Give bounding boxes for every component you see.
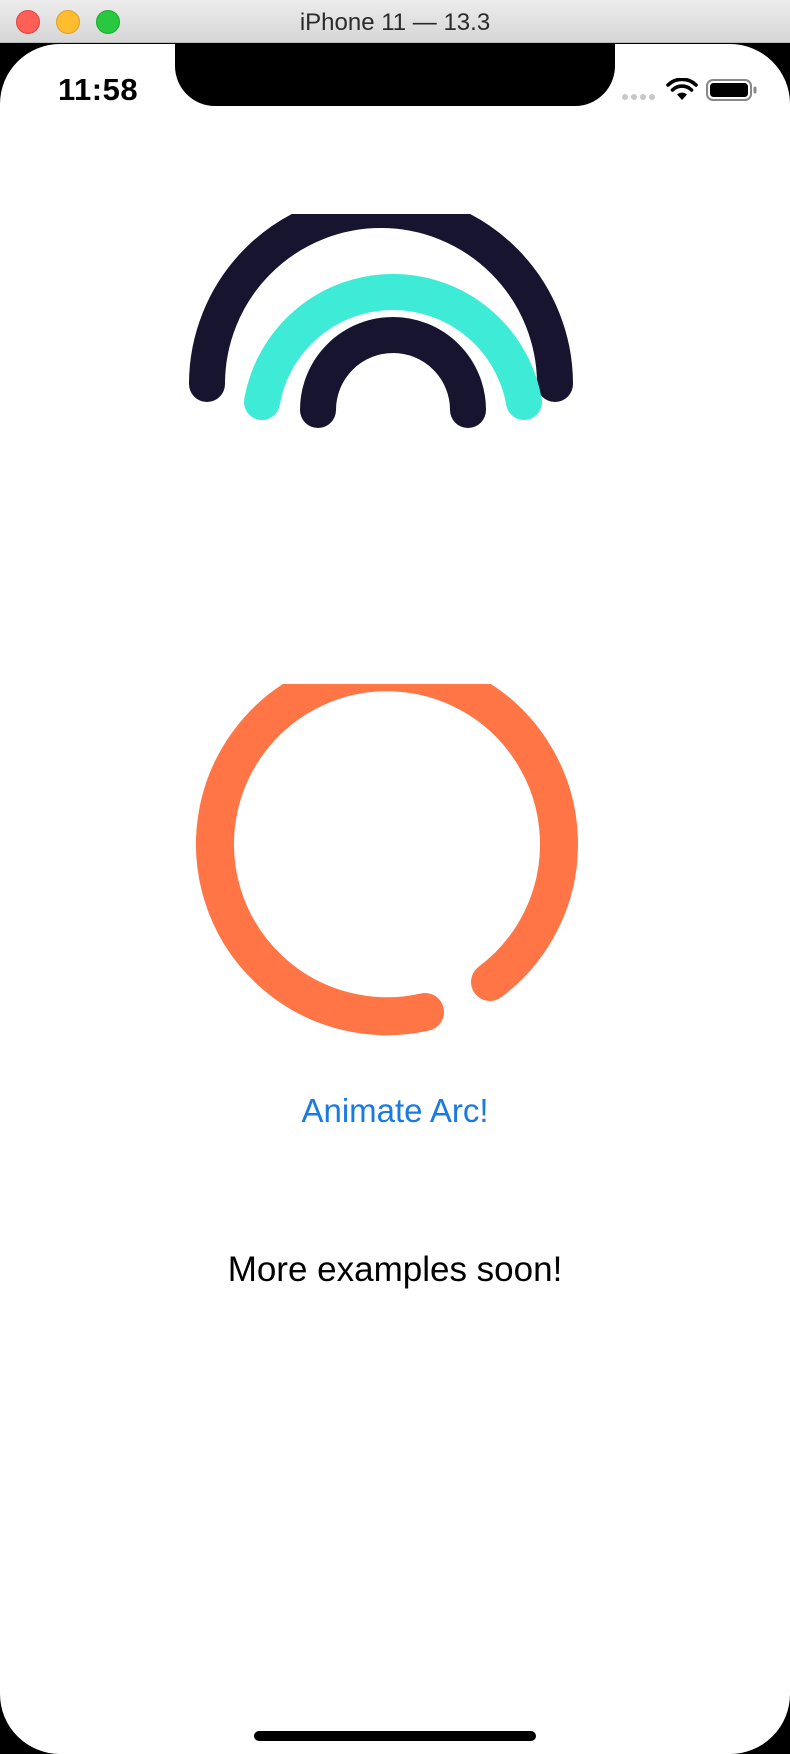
device-screen: 11:58 Animate Arc! More examples soon! — [0, 44, 790, 1754]
device-notch — [175, 44, 615, 106]
progress-ring-graphic — [196, 684, 578, 1036]
status-time: 11:58 — [58, 72, 139, 107]
signal-icon — [622, 94, 658, 100]
window-titlebar: iPhone 11 — 13.3 — [0, 0, 790, 43]
rainbow-arcs-graphic — [189, 214, 573, 428]
home-indicator[interactable] — [254, 1731, 536, 1741]
simulator-window: iPhone 11 — 13.3 11:58 Animate Arc! More… — [0, 0, 790, 1754]
wifi-icon — [666, 78, 698, 100]
battery-icon — [706, 79, 757, 101]
animate-arc-button[interactable]: Animate Arc! — [0, 1092, 790, 1130]
window-title: iPhone 11 — 13.3 — [299, 9, 491, 36]
more-examples-label: More examples soon! — [227, 1250, 563, 1289]
inner-navy-arc — [300, 317, 486, 428]
progress-arc — [196, 684, 578, 1036]
